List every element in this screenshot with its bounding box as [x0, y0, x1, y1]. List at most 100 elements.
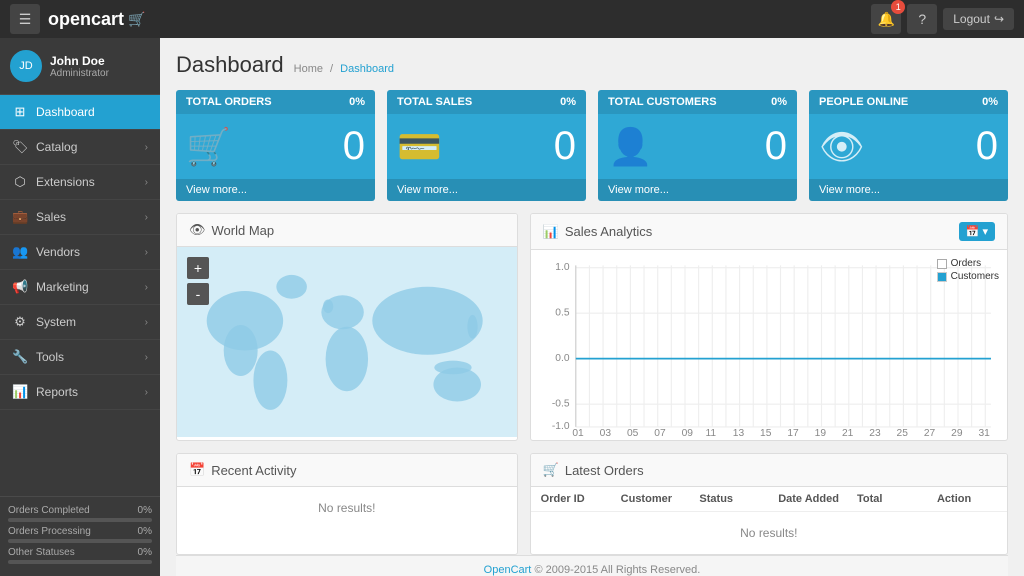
chart-area: Orders Customers 1.0 0.5 0.0 -0.5 -1. [531, 250, 1007, 440]
world-map-header: 👁 World Map [177, 214, 517, 247]
stat-label: Orders Completed [8, 505, 90, 516]
sidebar-item-catalog[interactable]: 🏷 Catalog › [0, 130, 160, 165]
analytics-title: Sales Analytics [565, 224, 652, 239]
breadcrumb-current: Dashboard [340, 63, 394, 75]
chart-svg: 1.0 0.5 0.0 -0.5 -1.0 [531, 254, 1007, 436]
sidebar-item-dashboard[interactable]: ⊞ Dashboard [0, 95, 160, 130]
brand-logo: opencart 🛒 [48, 9, 145, 30]
stat-label: Other Statuses [8, 547, 75, 558]
footer: OpenCart © 2009-2015 All Rights Reserved… [176, 555, 1008, 576]
svg-text:07: 07 [654, 428, 666, 436]
zoom-out-button[interactable]: - [187, 283, 209, 305]
recent-activity-title: Recent Activity [211, 463, 296, 478]
sidebar-item-vendors[interactable]: 👥 Vendors › [0, 235, 160, 270]
chevron-right-icon: › [145, 282, 148, 293]
notification-badge: 1 [891, 0, 905, 14]
sidebar-item-label: Catalog [36, 140, 77, 154]
stat-orders-processing: Orders Processing 0% [8, 526, 152, 543]
breadcrumb: Home / Dashboard [294, 63, 394, 75]
bottom-row: 📅 Recent Activity No results! 🛒 Latest O… [176, 453, 1008, 555]
chevron-right-icon: › [145, 352, 148, 363]
logout-button[interactable]: Logout ↪ [943, 8, 1014, 30]
dashboard-icon: ⊞ [12, 104, 28, 120]
svg-text:13: 13 [732, 428, 744, 436]
sidebar: JD John Doe Administrator ⊞ Dashboard 🏷 … [0, 38, 160, 576]
stat-card-view-more[interactable]: View more... [176, 179, 375, 201]
sidebar-item-extensions[interactable]: ⬡ Extensions › [0, 165, 160, 200]
system-icon: ⚙ [12, 314, 28, 330]
hamburger-button[interactable]: ☰ [10, 4, 40, 34]
recent-activity-no-results: No results! [177, 487, 517, 529]
tools-icon: 🔧 [12, 349, 28, 365]
user-name: John Doe [50, 54, 109, 68]
sidebar-item-system[interactable]: ⚙ System › [0, 305, 160, 340]
mid-row: 👁 World Map + - [176, 213, 1008, 441]
stat-card-view-more[interactable]: View more... [809, 179, 1008, 201]
brand-name: opencart [48, 9, 124, 30]
world-map-title: World Map [212, 223, 275, 238]
y-label-bottom: -1.0 [552, 421, 570, 432]
stat-card-view-more[interactable]: View more... [598, 179, 797, 201]
stat-card-percent: 0% [982, 96, 998, 108]
stat-card-title: PEOPLE ONLINE [819, 96, 908, 108]
svg-text:05: 05 [627, 428, 639, 436]
chart-legend: Orders Customers [937, 258, 999, 284]
table-header: Order ID Customer Status Date Added Tota… [531, 487, 1007, 512]
stat-card-percent: 0% [349, 96, 365, 108]
stat-card-title: TOTAL ORDERS [186, 96, 272, 108]
svg-text:01: 01 [572, 428, 584, 436]
y-label-neg: -0.5 [552, 398, 570, 409]
footer-brand-link[interactable]: OpenCart [484, 564, 532, 576]
notification-button[interactable]: 🔔 1 [871, 4, 901, 34]
avatar-initials: JD [19, 60, 32, 72]
map-controls: + - [187, 257, 209, 305]
stat-card-view-more[interactable]: View more... [387, 179, 586, 201]
analytics-header: 📊 Sales Analytics 📅 ▾ [531, 214, 1007, 250]
sidebar-user: JD John Doe Administrator [0, 38, 160, 95]
sidebar-item-sales[interactable]: 💼 Sales › [0, 200, 160, 235]
stat-card-title: TOTAL SALES [397, 96, 472, 108]
sidebar-item-label: Dashboard [36, 105, 95, 119]
stat-value: 0% [138, 526, 152, 537]
sidebar-item-reports[interactable]: 📊 Reports › [0, 375, 160, 410]
stat-card-percent: 0% [560, 96, 576, 108]
page-header: Dashboard Home / Dashboard [176, 52, 1008, 78]
help-button[interactable]: ? [907, 4, 937, 34]
svg-text:03: 03 [599, 428, 611, 436]
catalog-icon: 🏷 [12, 139, 28, 155]
stat-other-statuses: Other Statuses 0% [8, 547, 152, 564]
svg-text:15: 15 [760, 428, 772, 436]
chevron-right-icon: › [145, 317, 148, 328]
legend-label-customers: Customers [951, 271, 999, 282]
recent-activity-panel: 📅 Recent Activity No results! [176, 453, 518, 555]
col-total: Total [857, 493, 937, 505]
world-map-svg [177, 247, 517, 437]
stat-value: 0% [138, 505, 152, 516]
sidebar-item-label: Sales [36, 210, 66, 224]
world-map-panel: 👁 World Map + - [176, 213, 518, 441]
svg-text:17: 17 [787, 428, 799, 436]
sales-analytics-panel: 📊 Sales Analytics 📅 ▾ Orders Customers [530, 213, 1008, 441]
calendar-button[interactable]: 📅 ▾ [959, 222, 995, 241]
stat-card-online: PEOPLE ONLINE 0% 👁 0 View more... [809, 90, 1008, 201]
stat-card-sales: TOTAL SALES 0% 💳 0 View more... [387, 90, 586, 201]
stat-card-value: 0 [765, 124, 787, 169]
navbar-left: ☰ opencart 🛒 [10, 4, 145, 34]
sidebar-item-tools[interactable]: 🔧 Tools › [0, 340, 160, 375]
svg-text:19: 19 [814, 428, 826, 436]
y-label-mid1: 0.5 [555, 307, 570, 318]
top-navbar: ☰ opencart 🛒 🔔 1 ? Logout ↪ [0, 0, 1024, 38]
latest-orders-panel: 🛒 Latest Orders Order ID Customer Status… [530, 453, 1008, 555]
svg-text:31: 31 [978, 428, 990, 436]
stat-card-title: TOTAL CUSTOMERS [608, 96, 717, 108]
sidebar-stats: Orders Completed 0% Orders Processing 0%… [0, 496, 160, 576]
zoom-in-button[interactable]: + [187, 257, 209, 279]
stat-card-percent: 0% [771, 96, 787, 108]
sidebar-item-marketing[interactable]: 📢 Marketing › [0, 270, 160, 305]
sidebar-item-label: Vendors [36, 245, 80, 259]
legend-dot-orders [937, 259, 947, 269]
breadcrumb-home[interactable]: Home [294, 63, 323, 75]
stat-label: Orders Processing [8, 526, 91, 537]
user-info: John Doe Administrator [50, 54, 109, 79]
stat-card-value: 0 [976, 124, 998, 169]
